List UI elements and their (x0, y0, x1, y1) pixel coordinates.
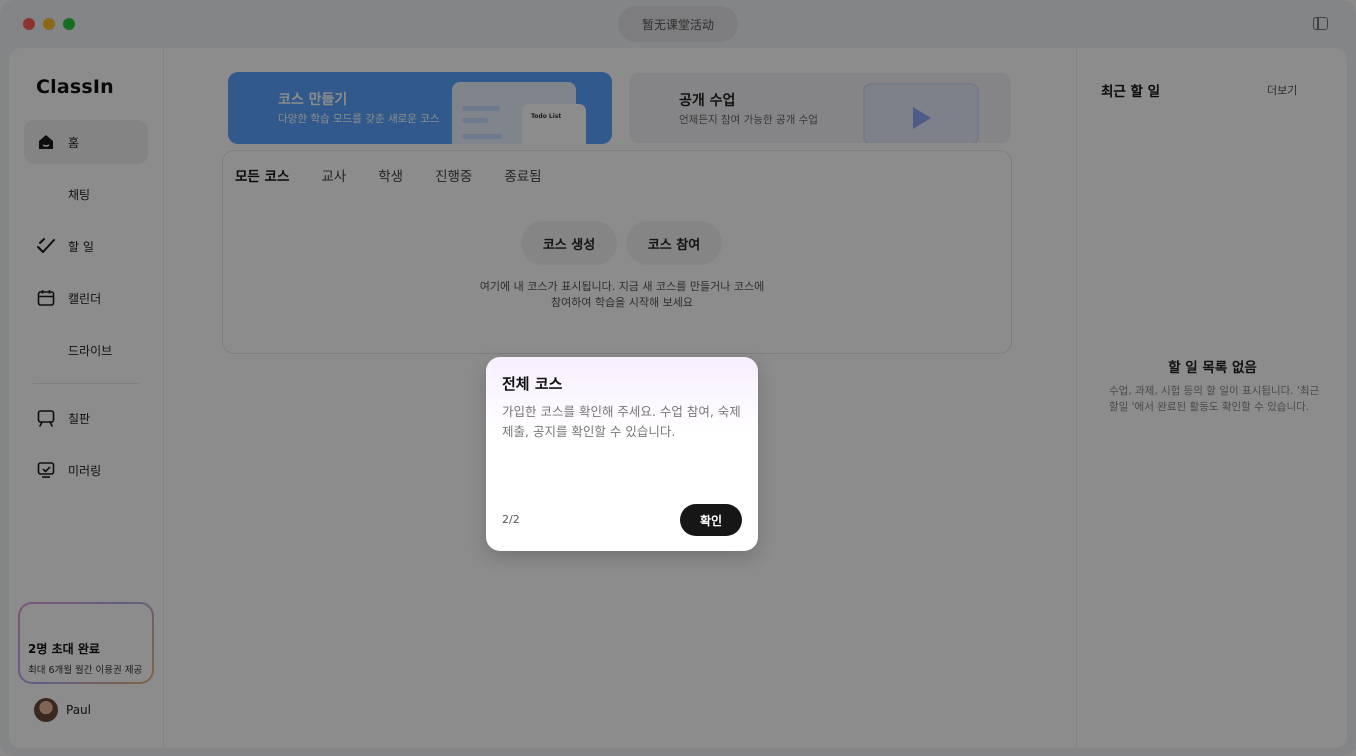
modal-title: 전체 코스 (502, 375, 563, 393)
onboarding-tooltip: 전체 코스 가입한 코스를 확인해 주세요. 수업 참여, 숙제 제출, 공지를… (486, 357, 758, 551)
step-indicator: 2/2 (502, 513, 520, 526)
confirm-button[interactable]: 확인 (680, 504, 742, 536)
modal-body: 가입한 코스를 확인해 주세요. 수업 참여, 숙제 제출, 공지를 확인할 수… (502, 404, 741, 439)
